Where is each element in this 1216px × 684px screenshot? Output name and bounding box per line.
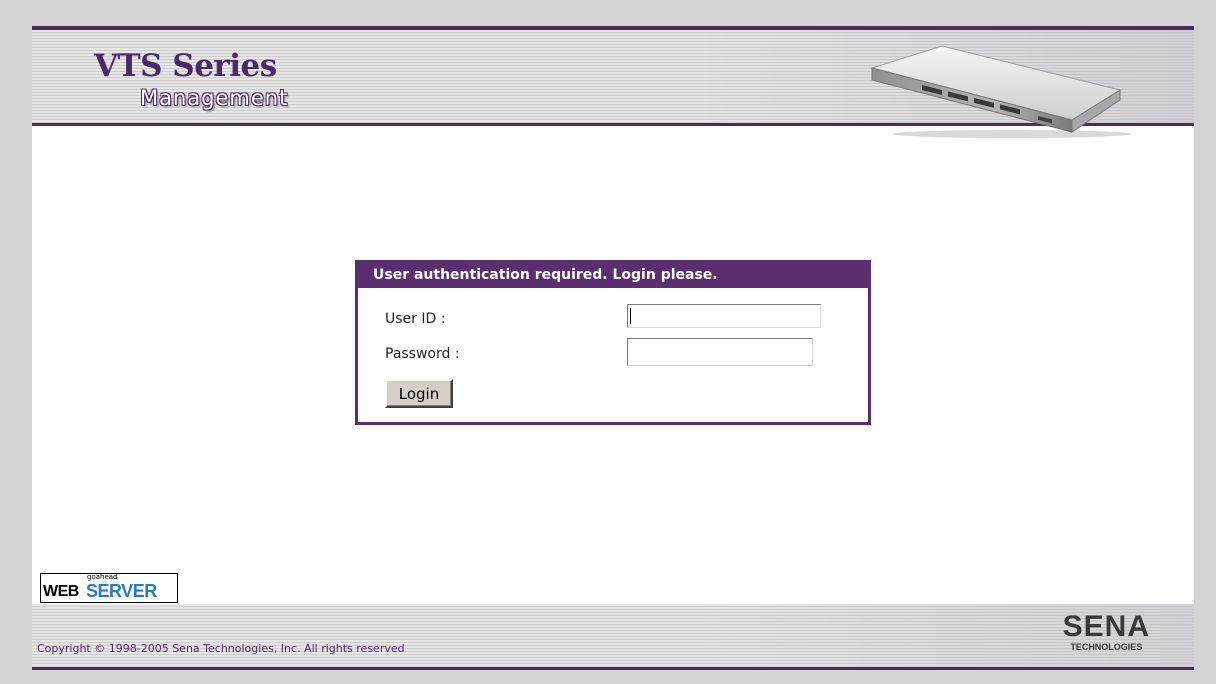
login-heading: User authentication required. Login plea… <box>358 263 868 288</box>
sena-logo-sub: TECHNOLOGIES <box>1070 642 1143 652</box>
page: VTS Series Management User authenticatio… <box>32 26 1194 670</box>
brand-subtitle: Management <box>140 86 289 110</box>
password-input[interactable] <box>627 338 813 366</box>
brand-title: VTS Series <box>94 48 277 84</box>
user-id-input[interactable] <box>627 304 821 328</box>
text-caret <box>630 308 631 324</box>
password-label: Password : <box>385 346 460 362</box>
footer-banner: Copyright © 1998-2005 Sena Technologies,… <box>32 604 1194 670</box>
header-banner: VTS Series Management <box>32 26 1194 138</box>
badge-server-text: SERVER <box>86 581 157 601</box>
sena-logo: SENA TECHNOLOGIES <box>1062 610 1150 653</box>
goahead-webserver-badge[interactable]: goahead WEB SERVER <box>40 573 178 603</box>
login-panel: User authentication required. Login plea… <box>355 260 871 425</box>
badge-goahead-text: goahead <box>87 573 118 581</box>
copyright-text: Copyright © 1998-2005 Sena Technologies,… <box>37 642 405 655</box>
login-button[interactable]: Login <box>385 379 453 408</box>
badge-web-text: WEB <box>43 583 79 600</box>
user-id-label: User ID : <box>385 311 446 327</box>
vts-device-image <box>870 45 1132 138</box>
sena-logo-main: SENA <box>1062 610 1150 643</box>
